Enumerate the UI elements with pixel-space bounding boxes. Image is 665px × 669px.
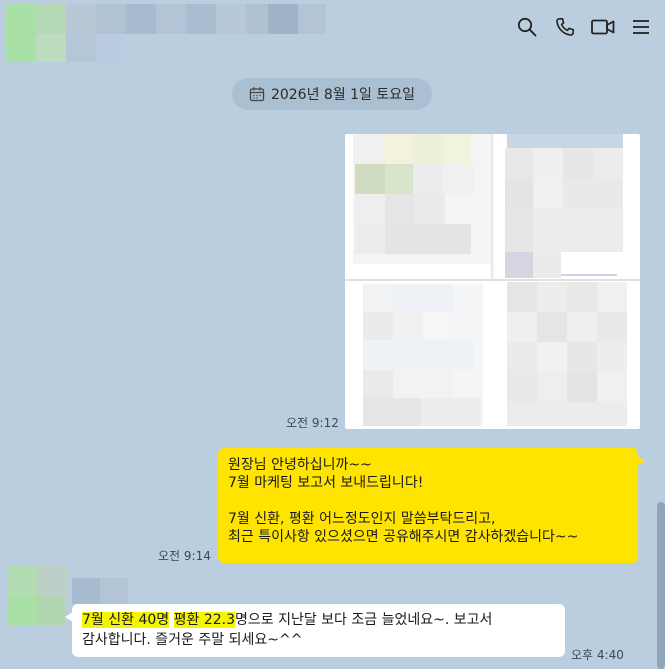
message-line: 7월 신환 40명 평환 22.3명으로 지난달 보다 조금 늘었네요~. 보고…: [82, 610, 555, 630]
message-line: 최근 특이사항 있으셨으면 공유해주시면 감사하겠습니다~~: [228, 529, 579, 545]
phone-icon[interactable]: [553, 14, 577, 40]
date-divider-label: 2026년 8월 1일 토요일: [270, 87, 416, 103]
scrollbar[interactable]: [657, 502, 665, 669]
shared-image-blurred[interactable]: [345, 134, 640, 429]
message-line: [228, 492, 628, 510]
outgoing-timestamp: 오전 9:14: [158, 549, 211, 563]
outgoing-message-bubble[interactable]: 원장님 안녕하십니까~~ 7월 마케팅 보고서 보내드립니다! 7월 신환, 평…: [218, 448, 645, 563]
message-line: 원장님 안녕하십니까~~: [228, 457, 372, 473]
message-line: 7월 마케팅 보고서 보내드립니다!: [228, 475, 424, 491]
incoming-timestamp: 오후 4:40: [571, 648, 624, 662]
search-icon[interactable]: [515, 14, 539, 40]
message-line: 7월 신환, 평환 어느정도인지 말씀부탁드리고,: [228, 511, 496, 527]
chatroom-title-blurred: [6, 4, 326, 64]
chat-header: [0, 0, 665, 70]
message-text: [169, 612, 173, 628]
menu-icon[interactable]: [629, 14, 653, 40]
message-text: 명으로 지난달 보다 조금 늘었네요~. 보고서: [235, 612, 493, 628]
sender-avatar-blurred[interactable]: [7, 565, 71, 631]
image-timestamp: 오전 9:12: [286, 416, 339, 430]
incoming-message-bubble[interactable]: 7월 신환 40명 평환 22.3명으로 지난달 보다 조금 늘었네요~. 보고…: [65, 604, 565, 657]
highlighted-text: 평환 22.3: [173, 612, 235, 628]
message-line: 감사합니다. 즐거운 주말 되세요~^^: [82, 632, 303, 648]
calendar-icon: [249, 87, 265, 102]
highlighted-text: 7월 신환 40명: [82, 612, 170, 628]
video-call-icon[interactable]: [591, 14, 615, 40]
sender-name-blurred: [72, 578, 130, 604]
date-divider: 2026년 8월 1일 토요일: [232, 78, 432, 110]
